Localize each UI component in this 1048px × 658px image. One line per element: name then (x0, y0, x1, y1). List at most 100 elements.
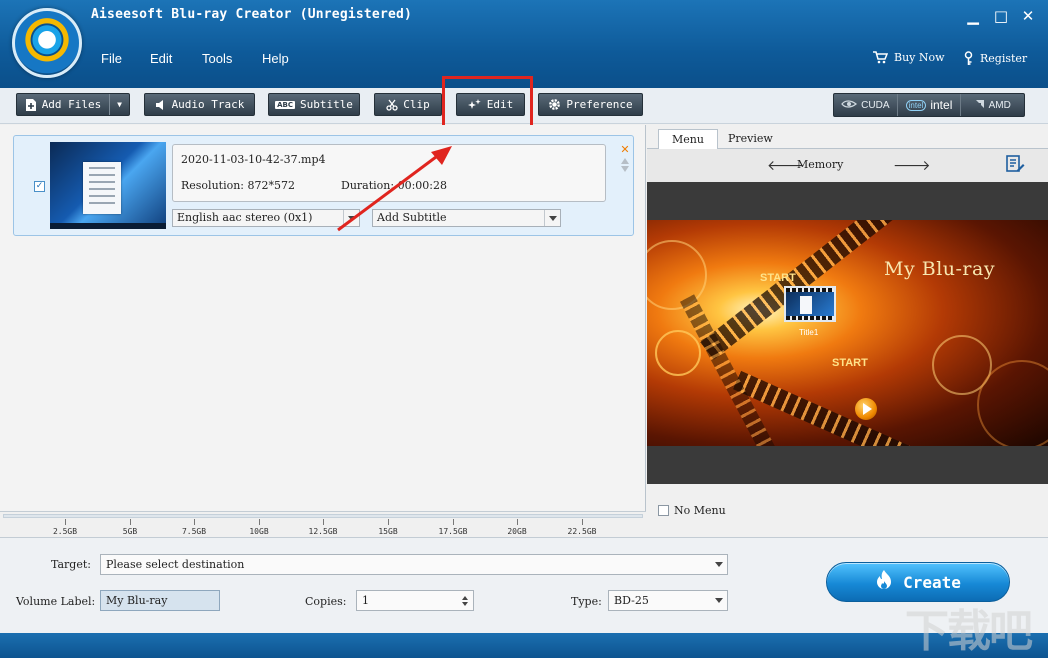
cart-icon (872, 51, 888, 64)
buy-now-link[interactable]: Buy Now (872, 51, 945, 64)
scissors-icon (386, 99, 398, 111)
amd-label: AMD (988, 99, 1011, 111)
status-bar (0, 633, 1048, 658)
file-row[interactable]: ✓ 2020-11-03-10-42-37.mp4 Resolution: 87… (13, 135, 634, 236)
cuda-toggle[interactable]: CUDA (834, 94, 898, 116)
menu-title: My Blu-ray (884, 258, 996, 280)
gpu-acceleration-group: CUDA intel intel AMD (833, 93, 1025, 117)
register-link[interactable]: Register (963, 51, 1027, 66)
preference-label: Preference (566, 98, 633, 111)
volume-label-value: My Blu-ray (106, 594, 168, 607)
start-label-2: START (832, 357, 868, 369)
ruler-tick (388, 519, 389, 525)
type-label: Type: (571, 595, 602, 608)
file-info-box: 2020-11-03-10-42-37.mp4 Resolution: 872*… (172, 144, 606, 202)
edit-menu-icon[interactable] (1005, 154, 1025, 177)
abc-icon: ABC (275, 100, 295, 109)
tab-menu[interactable]: Menu (658, 129, 718, 150)
target-value: Please select destination (106, 558, 245, 571)
ruler-tick-label: 7.5GB (181, 527, 207, 536)
ruler-tick (65, 519, 66, 525)
ruler-tick-label: 5GB (122, 527, 138, 536)
app-title: Aiseesoft Blu-ray Creator (Unregistered) (91, 7, 413, 22)
disc-type-select[interactable]: BD-25 (608, 590, 728, 611)
edit-label: Edit (486, 98, 514, 111)
chevron-down-icon (544, 210, 560, 226)
menu-background-image: My Blu-ray START START Title1 (647, 220, 1048, 446)
maximize-button[interactable]: □ (991, 6, 1011, 26)
video-thumbnail (50, 142, 166, 229)
ruler-tick (194, 519, 195, 525)
file-list-panel: ✓ 2020-11-03-10-42-37.mp4 Resolution: 87… (0, 125, 646, 511)
amd-toggle[interactable]: AMD (961, 94, 1024, 116)
edit-button[interactable]: Edit (456, 93, 525, 116)
ruler-tick (130, 519, 131, 525)
ruler-tick-label: 22.5GB (567, 527, 597, 536)
preview-tabs: Menu Preview (647, 125, 1048, 150)
minimize-button[interactable]: ▁ (963, 6, 983, 26)
preference-button[interactable]: Preference (538, 93, 643, 116)
volume-label-label: Volume Label: (16, 595, 96, 608)
volume-label-input[interactable]: My Blu-ray (100, 590, 220, 611)
row-tools: ✕ (619, 144, 631, 172)
ruler-tick (323, 519, 324, 525)
add-files-label: Add Files (41, 98, 102, 111)
ruler-tick (453, 519, 454, 525)
target-select[interactable]: Please select destination (100, 554, 728, 575)
disc-type-value: BD-25 (614, 594, 649, 607)
create-label: Create (903, 572, 961, 592)
output-panel: Target: Please select destination Volume… (0, 537, 1048, 633)
create-button[interactable]: Create (826, 562, 1010, 602)
clip-label: Clip (403, 98, 430, 111)
menu-edit[interactable]: Edit (150, 51, 172, 66)
menu-help[interactable]: Help (262, 51, 289, 66)
chevron-down-icon (343, 210, 359, 226)
subtitle-button[interactable]: ABC Subtitle (268, 93, 360, 116)
chevron-down-icon (711, 555, 727, 574)
next-template-arrow-icon[interactable]: 🡒 (893, 157, 931, 174)
clip-button[interactable]: Clip (374, 93, 442, 116)
no-menu-checkbox[interactable]: No Menu (658, 504, 726, 517)
file-checkbox[interactable]: ✓ (34, 181, 45, 192)
audio-track-button[interactable]: Audio Track (144, 93, 255, 116)
preview-panel: Menu Preview 🡐 Memory 🡒 My Blu-ray START… (647, 125, 1048, 537)
key-icon (963, 51, 974, 66)
target-label: Target: (51, 558, 91, 571)
stepper-arrows-icon[interactable] (457, 591, 473, 610)
intel-label: intel (930, 98, 953, 112)
sparkle-icon (467, 98, 482, 111)
flame-icon (875, 569, 893, 595)
tab-preview[interactable]: Preview (715, 129, 786, 150)
buy-now-label: Buy Now (894, 51, 945, 64)
move-down-icon[interactable] (621, 166, 629, 172)
intel-toggle[interactable]: intel intel (898, 94, 962, 116)
ruler-tick-label: 15GB (378, 527, 398, 536)
no-menu-check-box[interactable] (658, 505, 669, 516)
subtitle-select[interactable]: Add Subtitle (372, 209, 561, 227)
audio-track-value: English aac stereo (0x1) (177, 211, 313, 224)
app-logo-icon (12, 8, 82, 78)
menu-tools[interactable]: Tools (202, 51, 232, 66)
menu-file[interactable]: File (101, 51, 122, 66)
chevron-down-icon (711, 591, 727, 610)
ruler-tick (259, 519, 260, 525)
file-name: 2020-11-03-10-42-37.mp4 (181, 153, 326, 166)
title-bar: Aiseesoft Blu-ray Creator (Unregistered)… (0, 0, 1048, 88)
ruler-tick (582, 519, 583, 525)
title-thumbnail[interactable] (784, 286, 836, 322)
add-files-button[interactable]: Add Files ▼ (16, 93, 130, 116)
ruler-tick (517, 519, 518, 525)
gear-icon (548, 98, 561, 111)
move-up-icon[interactable] (621, 158, 629, 164)
remove-file-icon[interactable]: ✕ (620, 144, 629, 156)
audio-track-select[interactable]: English aac stereo (0x1) (172, 209, 360, 227)
close-button[interactable]: ✕ (1018, 6, 1038, 26)
add-file-icon (25, 98, 37, 112)
capacity-ruler: 2.5GB 5GB 7.5GB 10GB 12.5GB 15GB 17.5GB 20GB 22.… (0, 511, 646, 537)
add-files-dropdown-arrow[interactable]: ▼ (109, 94, 129, 115)
subtitle-value: Add Subtitle (377, 211, 447, 224)
audio-track-label: Audio Track (171, 98, 245, 111)
menu-preview-screen: My Blu-ray START START Title1 (647, 182, 1048, 484)
play-icon[interactable] (855, 398, 877, 420)
copies-stepper[interactable]: 1 (356, 590, 474, 611)
